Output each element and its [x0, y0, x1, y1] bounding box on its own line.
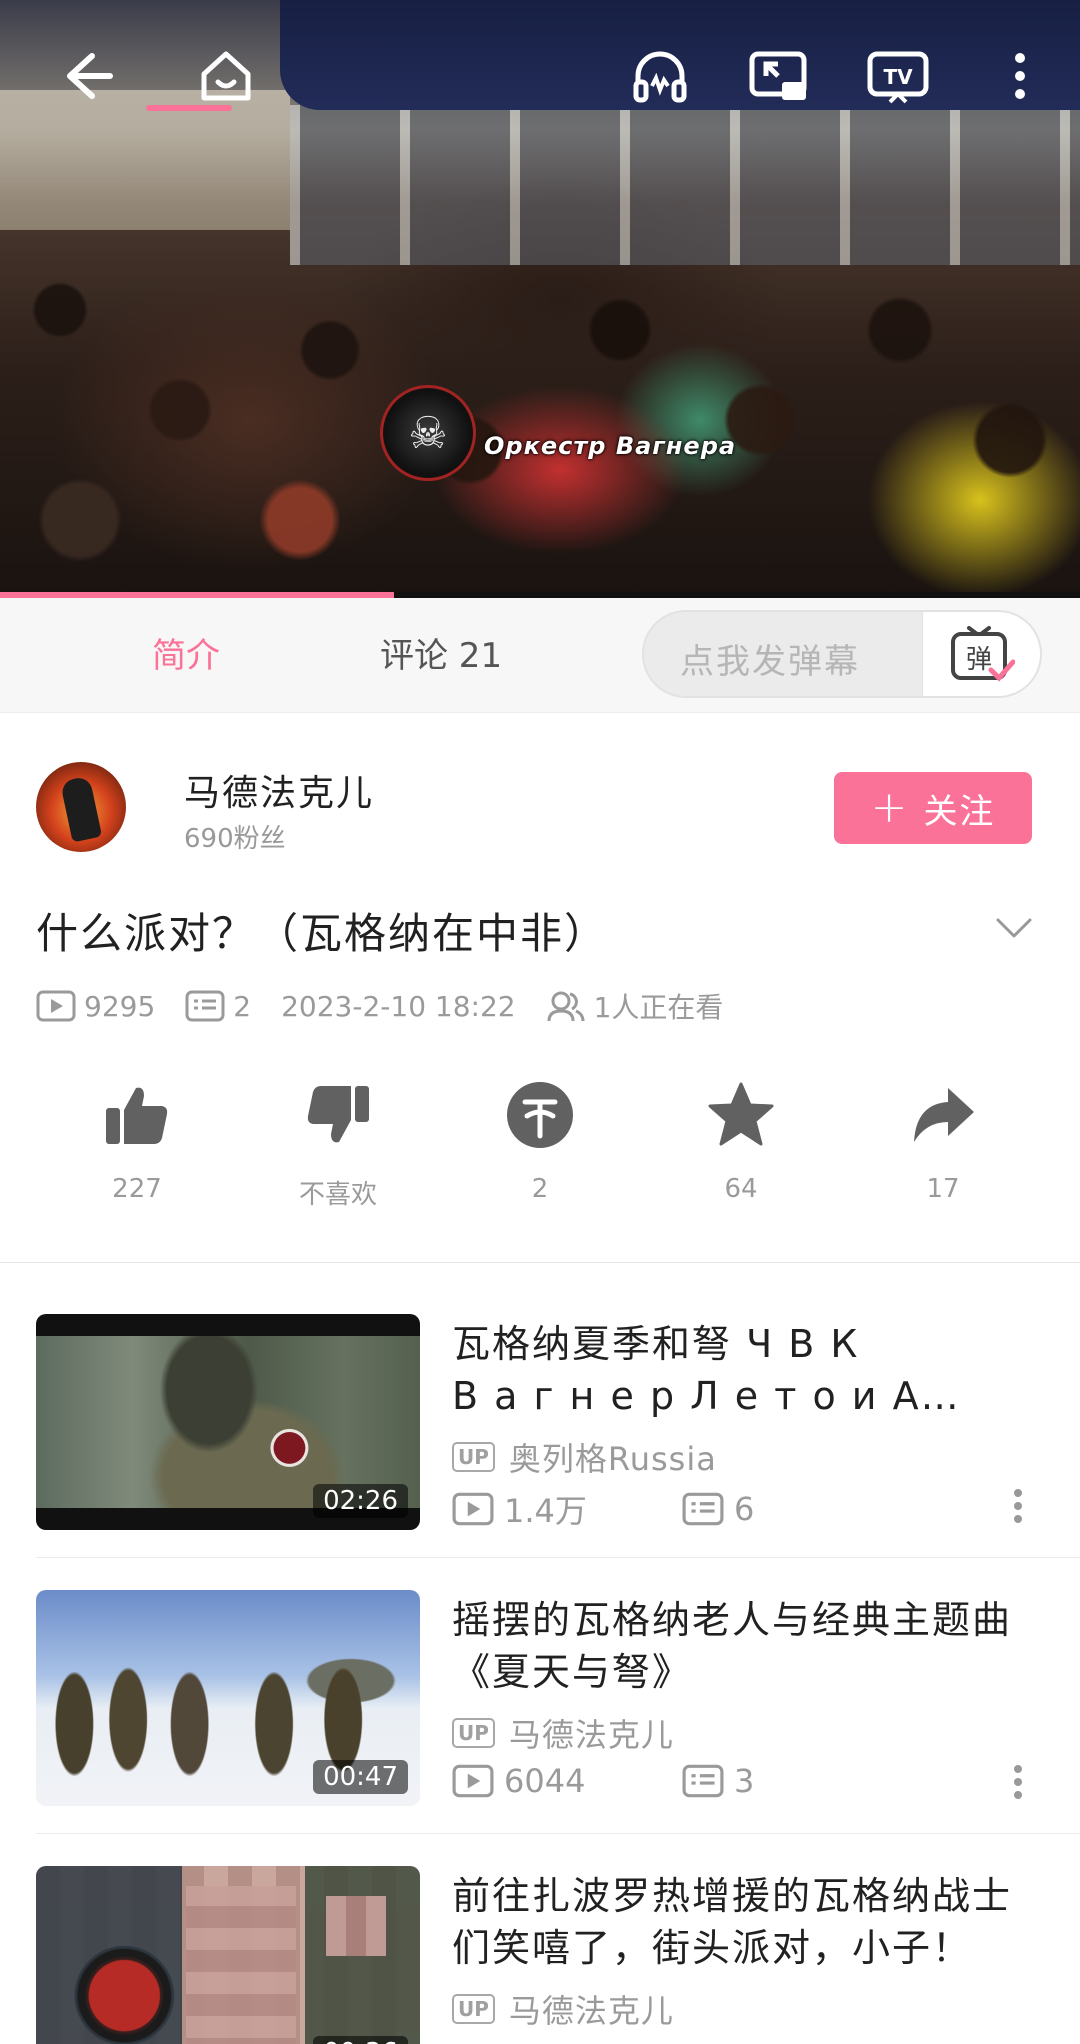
- tab-comments[interactable]: 评论 21: [380, 628, 502, 677]
- video-player[interactable]: ☠ Оркестр Вагнера TV: [0, 0, 1080, 595]
- watching-count: 1人正在看: [546, 986, 723, 1026]
- related-video-thumbnail: 02:26: [36, 1314, 420, 1530]
- video-watermark-text: Оркестр Вагнера: [484, 432, 737, 460]
- tab-intro[interactable]: 简介: [152, 628, 220, 677]
- video-duration: 00:47: [313, 1760, 408, 1794]
- headphones-icon[interactable]: [624, 40, 696, 112]
- thumbs-down-icon: [307, 1086, 369, 1143]
- related-video-thumbnail: 00:36: [36, 1866, 420, 2044]
- more-vertical-icon[interactable]: [1000, 1762, 1036, 1802]
- star-icon: [708, 1082, 774, 1146]
- related-danmaku-count: 6: [682, 1490, 754, 1528]
- related-video-item[interactable]: 00:47 摇摆的瓦格纳老人与经典主题曲 《夏天与弩》 UP 马德法克儿 604…: [0, 1590, 1080, 1866]
- related-video-item[interactable]: 02:26 瓦格纳夏季和弩 Ч В К В а г н е р Л е т о …: [0, 1314, 1080, 1590]
- video-meta-row: 9295 2 2023-2-10 18:22 1人正在看: [36, 986, 753, 1026]
- related-view-count: 1.4万: [452, 1486, 682, 1532]
- uploader-avatar[interactable]: [36, 762, 126, 852]
- skull-logo-icon: ☠: [380, 385, 476, 481]
- related-video-uploader: UP 马德法克儿: [452, 1986, 674, 2032]
- picture-in-picture-icon[interactable]: [742, 40, 814, 112]
- related-video-stats: 6044 3: [452, 1762, 754, 1800]
- dislike-button[interactable]: 不喜欢: [263, 1080, 413, 1211]
- share-count: 17: [926, 1174, 960, 1204]
- danmaku-count-icon: [682, 1764, 724, 1798]
- like-button[interactable]: 227: [62, 1080, 212, 1204]
- share-button[interactable]: 17: [868, 1080, 1018, 1204]
- follow-button[interactable]: + 关注: [834, 772, 1032, 844]
- view-count: 9295: [36, 989, 155, 1023]
- svg-text:TV: TV: [883, 65, 913, 89]
- play-count-icon: [452, 1492, 494, 1526]
- related-video-uploader: UP 马德法克儿: [452, 1710, 674, 1756]
- list-divider: [36, 1557, 1080, 1558]
- video-duration: 02:26: [313, 1484, 408, 1518]
- share-arrow-icon: [914, 1088, 974, 1142]
- related-view-count: 6044: [452, 1762, 682, 1800]
- related-video-stats: 1.4万 6: [452, 1486, 754, 1532]
- coin-count: 2: [531, 1174, 549, 1204]
- uploader-name[interactable]: 马德法克儿: [184, 764, 374, 816]
- tv-cast-icon[interactable]: TV: [862, 40, 934, 112]
- up-badge: UP: [452, 1442, 495, 1472]
- related-video-thumbnail: 00:47: [36, 1590, 420, 1806]
- favorite-button[interactable]: 64: [666, 1080, 816, 1204]
- danmaku-placeholder: 点我发弹幕: [680, 642, 860, 682]
- play-count-icon: [36, 990, 76, 1022]
- danmaku-settings-button[interactable]: 弹: [922, 612, 1040, 696]
- list-divider: [36, 1833, 1080, 1834]
- related-video-title: 摇摆的瓦格纳老人与经典主题曲 《夏天与弩》: [452, 1598, 1013, 1694]
- more-vertical-icon[interactable]: [1000, 1486, 1036, 1526]
- related-danmaku-count: 3: [682, 1762, 754, 1800]
- thumbs-up-icon: [106, 1087, 168, 1144]
- coin-icon: [507, 1082, 573, 1148]
- more-vertical-icon[interactable]: [984, 40, 1056, 112]
- follow-button-label: 关注: [923, 791, 996, 832]
- video-title: 什么派对？（瓦格纳在中非）: [36, 909, 609, 958]
- section-divider: [0, 1262, 1080, 1263]
- home-icon[interactable]: [190, 40, 262, 112]
- coin-button[interactable]: 2: [465, 1080, 615, 1204]
- related-video-uploader: UP 奥列格Russia: [452, 1434, 717, 1480]
- back-arrow-icon[interactable]: [48, 40, 120, 112]
- up-badge: UP: [452, 1718, 495, 1748]
- danmaku-count-icon: [682, 1492, 724, 1526]
- video-duration: 00:36: [313, 2036, 408, 2044]
- danmaku-input[interactable]: 点我发弹幕 弹: [642, 610, 1042, 698]
- up-badge: UP: [452, 1994, 495, 2024]
- play-count-icon: [452, 1764, 494, 1798]
- danmaku-count-icon: [185, 990, 225, 1022]
- uploader-fans-count: 690粉丝: [184, 824, 286, 854]
- chevron-down-icon[interactable]: [992, 906, 1036, 950]
- like-count: 227: [112, 1174, 162, 1204]
- video-frame-crowd: [0, 190, 1080, 595]
- favorite-count: 64: [724, 1174, 758, 1204]
- player-top-bar: TV: [0, 0, 1080, 150]
- plus-icon: +: [870, 782, 910, 833]
- danmaku-count: 2: [185, 989, 251, 1023]
- active-tab-indicator: [146, 105, 232, 111]
- dislike-label: 不喜欢: [298, 1180, 377, 1210]
- related-video-title: 前往扎波罗热增援的瓦格纳战士 们笑嘻了，街头派对，小子！: [452, 1874, 1013, 1970]
- publish-date: 2023-2-10 18:22: [281, 989, 516, 1023]
- related-video-title: 瓦格纳夏季和弩 Ч В К В а г н е р Л е т о и А…: [452, 1322, 961, 1418]
- people-icon: [547, 991, 585, 1022]
- danmaku-tv-icon: 弹: [950, 626, 1015, 682]
- related-video-item[interactable]: 00:36 前往扎波罗热增援的瓦格纳战士 们笑嘻了，街头派对，小子！ UP 马德…: [0, 1866, 1080, 2044]
- svg-text:弹: 弹: [965, 645, 991, 675]
